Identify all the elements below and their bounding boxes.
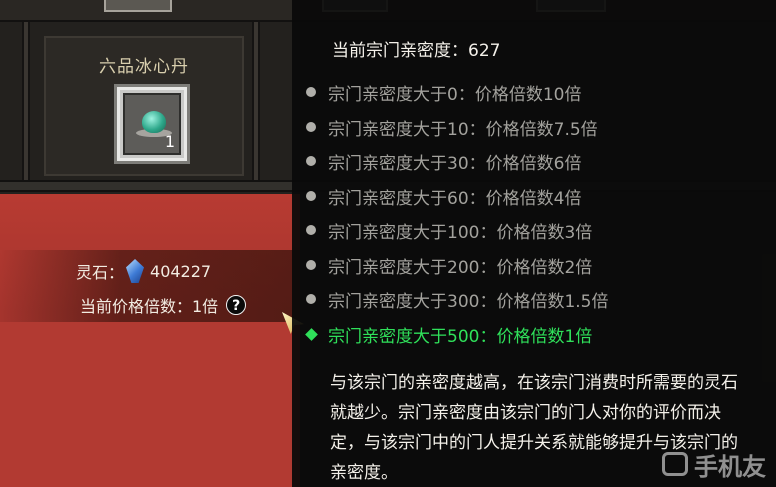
spirit-stone-icon	[126, 259, 145, 283]
top-button-1[interactable]	[104, 0, 172, 12]
help-icon[interactable]: ?	[226, 295, 247, 315]
tier-row: 宗门亲密度大于200：价格倍数2倍	[306, 253, 593, 278]
price-multiplier-label: 当前价格倍数：1倍	[80, 297, 219, 316]
watermark-logo-icon	[662, 452, 688, 476]
tier-text: 宗门亲密度大于200：价格倍数2倍	[328, 257, 593, 278]
column-divider	[252, 22, 260, 182]
bullet-icon	[306, 191, 316, 201]
tier-row: 宗门亲密度大于30：价格倍数6倍	[306, 149, 582, 174]
tier-row: 宗门亲密度大于60：价格倍数4倍	[306, 184, 582, 209]
watermark-text: 手机友	[694, 452, 766, 481]
watermark: 手机友	[662, 447, 766, 481]
price-multiplier-row: 当前价格倍数：1倍 ?	[80, 294, 247, 316]
tier-row: 宗门亲密度大于300：价格倍数1.5倍	[306, 287, 609, 312]
tier-text: 宗门亲密度大于0：价格倍数10倍	[328, 84, 582, 105]
spirit-stone-value: 404227	[150, 261, 212, 281]
active-diamond-icon	[305, 327, 318, 341]
item-count: 1	[164, 132, 175, 151]
tier-row: 宗门亲密度大于10：价格倍数7.5倍	[306, 115, 598, 140]
pill-icon	[142, 111, 166, 133]
tier-row: 宗门亲密度大于100：价格倍数3倍	[306, 218, 593, 243]
bullet-icon	[306, 87, 316, 97]
tier-row-active: 宗门亲密度大于500：价格倍数1倍	[305, 322, 593, 347]
shop-item-cell[interactable]: 六品冰心丹 1	[44, 36, 244, 176]
column-divider	[22, 22, 30, 182]
bullet-icon	[306, 225, 316, 235]
tier-row: 宗门亲密度大于0：价格倍数10倍	[306, 80, 582, 105]
tier-text: 宗门亲密度大于100：价格倍数3倍	[328, 222, 593, 243]
tier-text: 宗门亲密度大于30：价格倍数6倍	[328, 153, 582, 174]
tier-text: 宗门亲密度大于300：价格倍数1.5倍	[328, 291, 609, 312]
item-icon-frame: 1	[123, 93, 181, 155]
bullet-icon	[306, 156, 316, 166]
bullet-icon	[306, 260, 316, 270]
spirit-stone-row: 灵石： 404227	[76, 259, 212, 283]
spirit-stone-label: 灵石：	[76, 263, 125, 282]
panel-lower	[0, 322, 300, 487]
currency-panel	[0, 194, 300, 487]
intimacy-tooltip: 当前宗门亲密度：627 宗门亲密度大于0：价格倍数10倍 宗门亲密度大于10：价…	[292, 0, 776, 487]
item-slot[interactable]: 1	[114, 84, 190, 164]
bullet-icon	[306, 294, 316, 304]
tier-text: 宗门亲密度大于500：价格倍数1倍	[328, 326, 593, 347]
tier-text: 宗门亲密度大于10：价格倍数7.5倍	[328, 119, 598, 140]
bullet-icon	[306, 122, 316, 132]
tooltip-heading: 当前宗门亲密度：627	[332, 41, 501, 61]
item-name: 六品冰心丹	[99, 57, 189, 77]
tier-text: 宗门亲密度大于60：价格倍数4倍	[328, 188, 582, 209]
